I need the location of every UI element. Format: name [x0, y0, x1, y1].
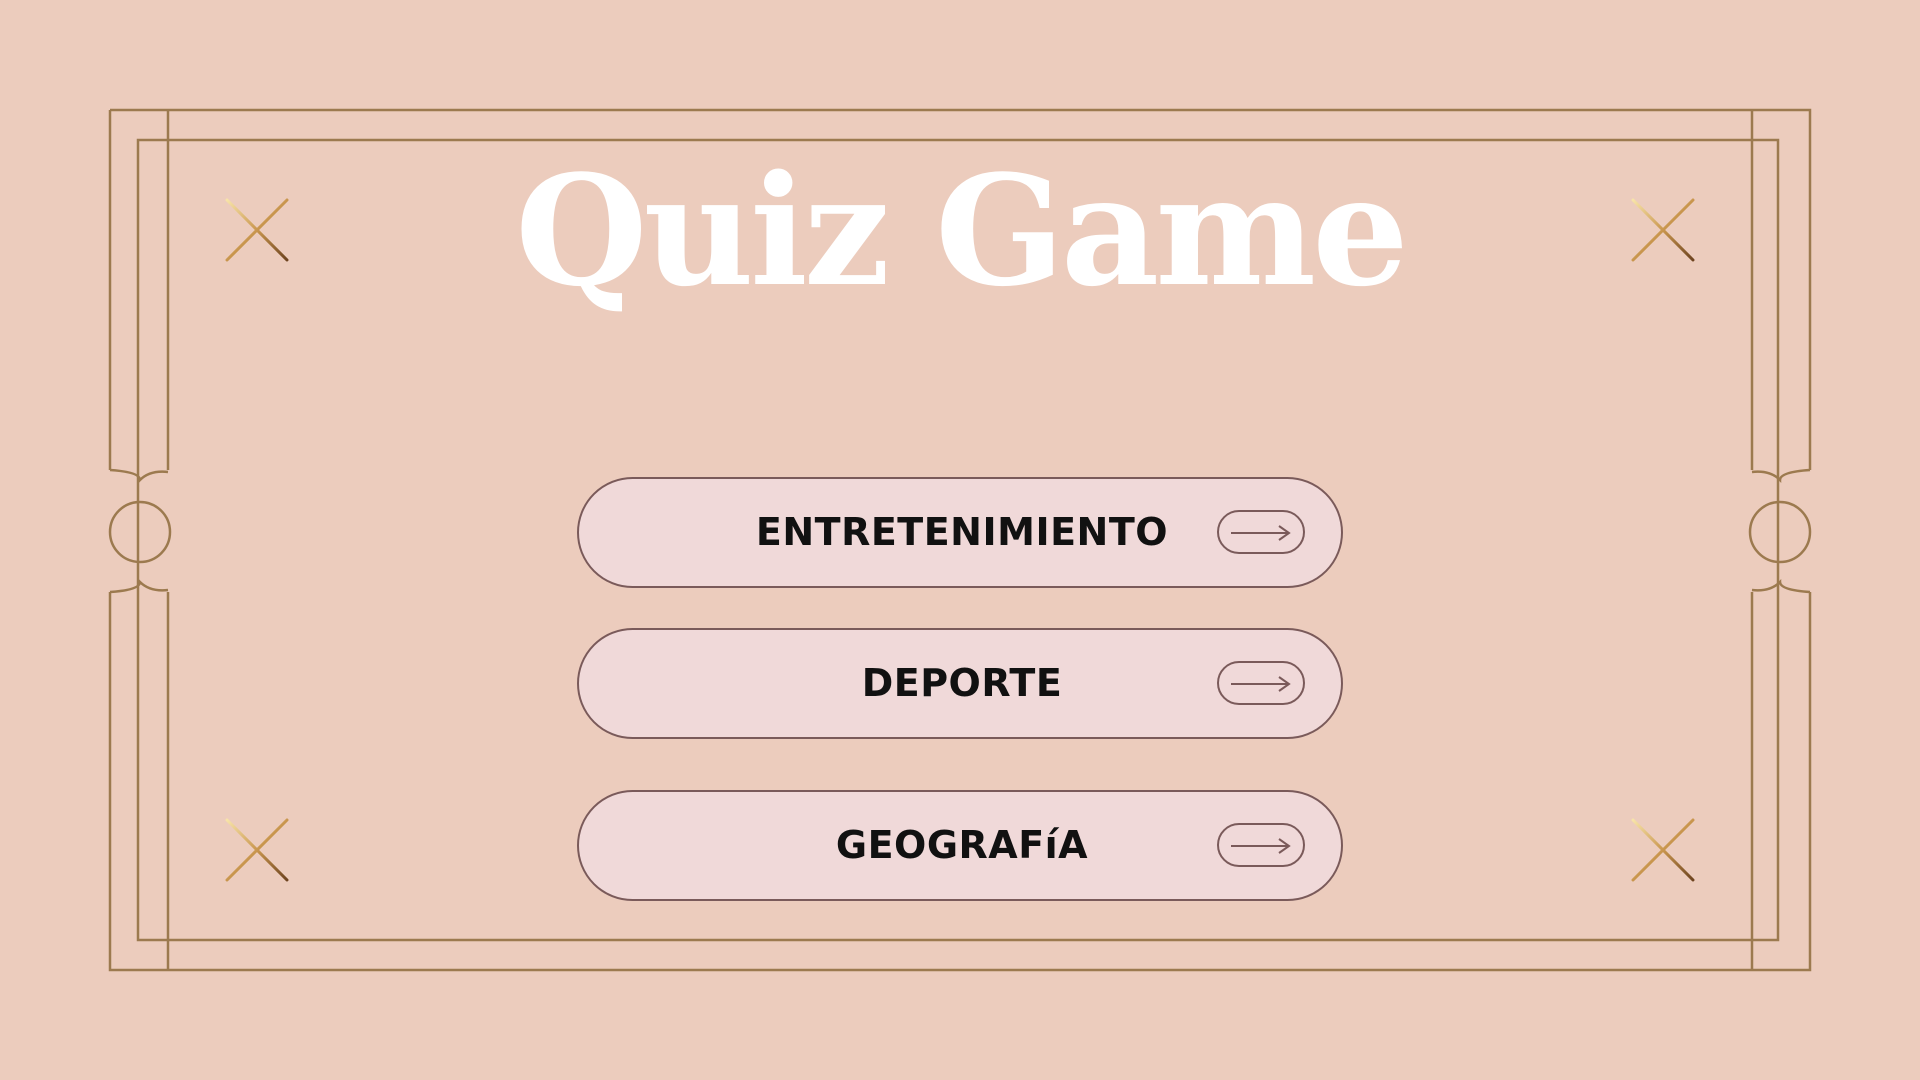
- arrow-right-icon: [1217, 661, 1305, 705]
- quiz-menu-screen: Quiz Game ENTRETENIMIENTO DEPORTE GEOGRA…: [0, 0, 1920, 1080]
- sparkle-star-icon: [1603, 787, 1723, 913]
- page-title: Quiz Game: [515, 141, 1409, 320]
- arrow-right-icon: [1217, 823, 1305, 867]
- category-button-entretenimiento[interactable]: ENTRETENIMIENTO: [577, 477, 1343, 588]
- sparkle-star-icon: [197, 787, 317, 913]
- arrow-right-icon: [1217, 510, 1305, 554]
- category-button-deporte[interactable]: DEPORTE: [577, 628, 1343, 739]
- category-button-geografia[interactable]: GEOGRAFíA: [577, 790, 1343, 901]
